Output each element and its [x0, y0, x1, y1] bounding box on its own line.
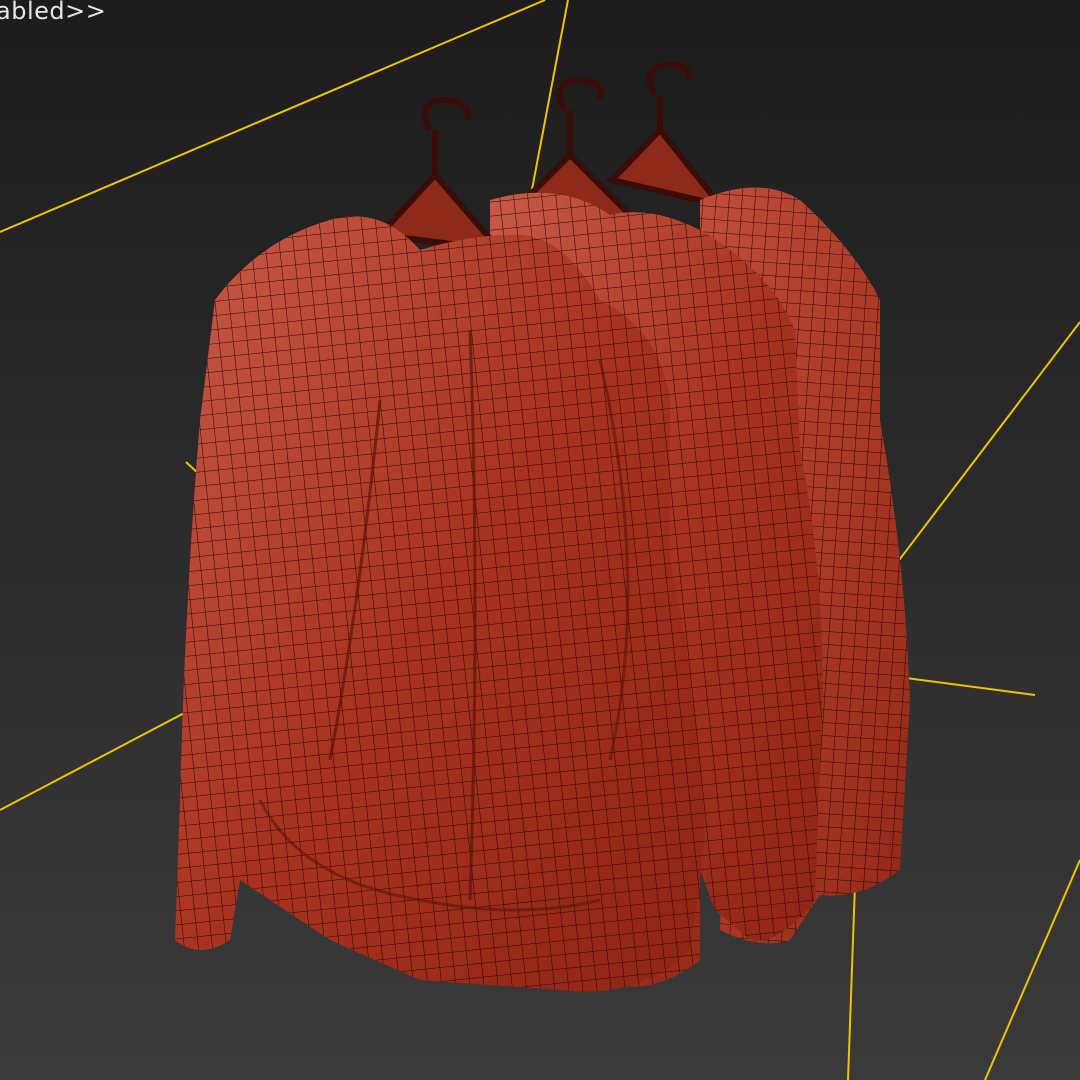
viewport-label[interactable]: abled>> — [0, 0, 106, 25]
3d-viewport[interactable]: abled>> — [0, 0, 1080, 1080]
scene-canvas[interactable] — [0, 0, 1080, 1080]
